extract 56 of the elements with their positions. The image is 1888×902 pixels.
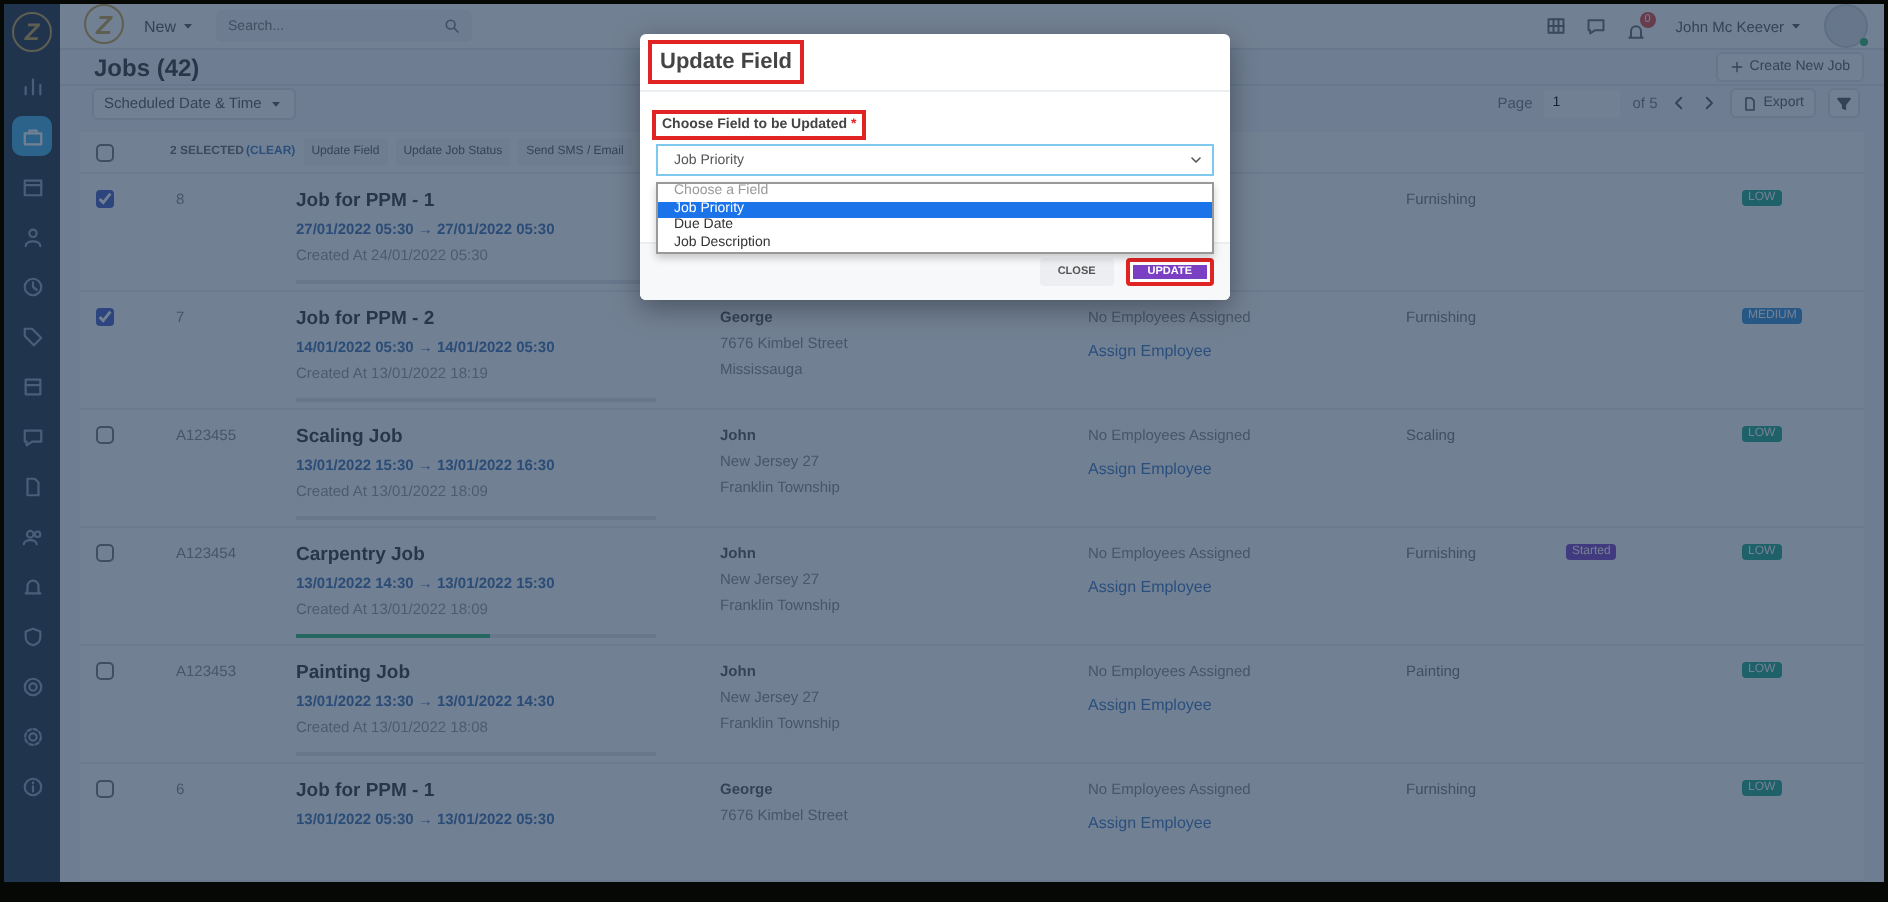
assign-employee-link[interactable]: Assign Employee — [1088, 578, 1212, 596]
clock-icon — [21, 275, 43, 297]
job-title[interactable]: Painting Job — [296, 662, 410, 684]
document-icon — [1741, 95, 1758, 111]
row-checkbox[interactable] — [96, 662, 114, 680]
person-icon — [21, 225, 43, 247]
chevron-left-icon — [1669, 94, 1688, 112]
gear-icon — [21, 725, 43, 747]
new-menu[interactable]: New — [144, 17, 197, 35]
document-icon — [21, 475, 43, 497]
select-all-checkbox[interactable] — [96, 143, 114, 161]
assign-employee-link[interactable]: Assign Employee — [1088, 814, 1212, 832]
avatar[interactable] — [1824, 4, 1868, 48]
row-checkbox[interactable] — [96, 190, 114, 208]
filter-button[interactable] — [1828, 88, 1860, 118]
assign-employee-link[interactable]: Assign Employee — [1088, 460, 1212, 478]
chat-bubble-icon — [1585, 16, 1606, 36]
row-checkbox[interactable] — [96, 426, 114, 444]
job-title[interactable]: Job for PPM - 2 — [296, 308, 435, 330]
chart-icon — [21, 75, 43, 97]
online-dot — [1860, 38, 1868, 46]
page-title: Jobs (42) — [94, 53, 200, 81]
plus-icon — [1729, 60, 1744, 74]
dialog-title: Update Field — [652, 44, 801, 80]
coin-icon — [21, 675, 43, 697]
search-icon — [444, 18, 461, 34]
sidebar-item[interactable] — [12, 116, 52, 156]
shield-icon — [21, 625, 43, 647]
chevron-down-icon — [1188, 152, 1204, 168]
tag-icon — [21, 325, 43, 347]
logo: Z — [12, 12, 52, 52]
chat-button[interactable] — [1585, 16, 1606, 36]
caret-icon — [1788, 18, 1804, 34]
caret-icon — [180, 18, 197, 34]
funnel-icon — [1836, 95, 1852, 111]
previous-page-button[interactable] — [1669, 94, 1688, 112]
bell-icon — [21, 575, 43, 597]
chat-bubble-icon — [21, 425, 43, 447]
briefcase-icon — [21, 125, 43, 147]
box-icon — [21, 375, 43, 397]
row-checkbox[interactable] — [96, 780, 114, 798]
bell-icon — [1625, 21, 1646, 41]
job-title[interactable]: Job for PPM - 1 — [296, 780, 435, 802]
people-icon — [21, 525, 43, 547]
grid-icon — [1545, 16, 1566, 36]
logo: Z — [84, 4, 124, 44]
assign-employee-link[interactable]: Assign Employee — [1088, 342, 1212, 360]
row-checkbox[interactable] — [96, 308, 114, 326]
grid-button[interactable] — [1545, 16, 1566, 36]
job-title[interactable]: Scaling Job — [296, 426, 403, 448]
calendar-icon — [21, 175, 43, 197]
row-checkbox[interactable] — [96, 544, 114, 562]
job-title[interactable]: Job for PPM - 1 — [296, 190, 435, 212]
assign-employee-link[interactable]: Assign Employee — [1088, 696, 1212, 714]
job-title[interactable]: Carpentry Job — [296, 544, 425, 566]
info-icon — [21, 775, 43, 797]
